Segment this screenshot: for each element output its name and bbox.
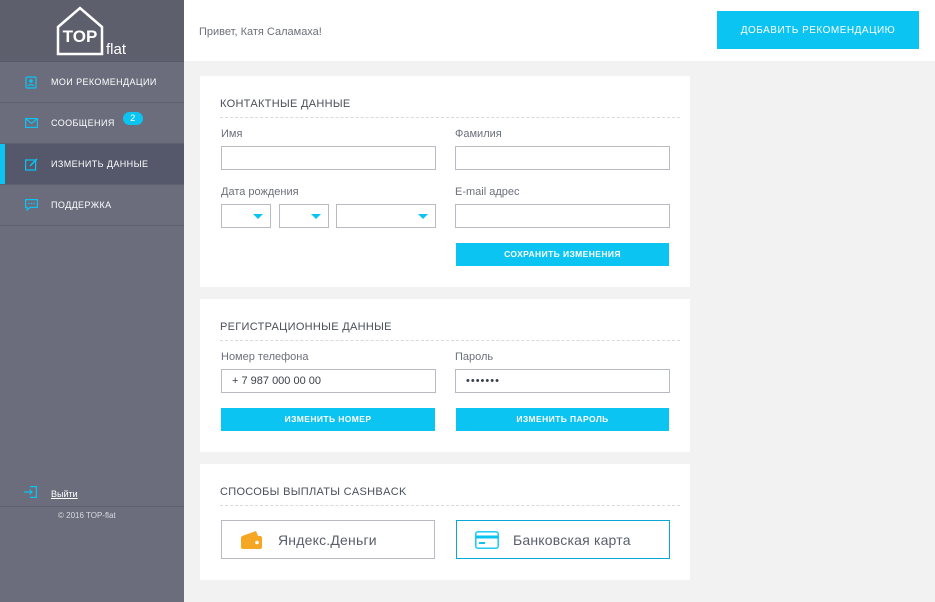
edit-icon — [24, 157, 38, 171]
sidebar-item-label: Мои рекомендации — [51, 77, 157, 87]
last-name-input[interactable] — [455, 146, 670, 170]
contacts-icon — [24, 75, 38, 89]
chevron-down-icon — [311, 214, 321, 219]
first-name-input[interactable] — [221, 146, 436, 170]
greeting-text: Привет, Катя Саламаха! — [199, 26, 322, 38]
divider — [220, 505, 680, 506]
add-recommendation-button[interactable]: Добавить рекомендацию — [717, 11, 919, 49]
sidebar-item-support[interactable]: Поддержка — [0, 185, 184, 226]
phone-label: Номер телефона — [221, 351, 309, 363]
sidebar-nav: Мои рекомендации Сообщения 2 Изменить да… — [0, 61, 184, 226]
sidebar: TOP flat Мои рекомендации Сообщения 2 Из… — [0, 0, 184, 602]
email-input[interactable] — [455, 204, 670, 228]
birth-year-select[interactable] — [336, 204, 436, 228]
sidebar-item-recommendations[interactable]: Мои рекомендации — [0, 62, 184, 103]
section-title: Регистрационные данные — [220, 321, 392, 333]
sidebar-item-messages[interactable]: Сообщения 2 — [0, 103, 184, 144]
sidebar-item-label: Сообщения — [51, 118, 115, 128]
top-bar: Привет, Катя Саламаха! Добавить рекоменд… — [184, 0, 935, 61]
sidebar-item-label: Изменить данные — [51, 159, 149, 169]
password-input[interactable]: ••••••• — [455, 369, 670, 393]
logout-link[interactable]: Выйти — [24, 485, 78, 503]
email-label: E-mail адрес — [455, 186, 520, 198]
contact-data-card: Контактные данные Имя Фамилия Дата рожде… — [200, 76, 690, 287]
chat-icon — [24, 198, 38, 212]
divider — [0, 506, 184, 507]
chevron-down-icon — [253, 214, 263, 219]
unread-count-badge: 2 — [122, 111, 143, 125]
registration-data-card: Регистрационные данные Номер телефона + … — [200, 299, 690, 452]
credit-card-icon — [475, 530, 499, 550]
logout-label: Выйти — [51, 489, 78, 499]
divider — [220, 340, 680, 341]
sidebar-item-edit-profile[interactable]: Изменить данные — [0, 144, 184, 185]
wallet-icon — [240, 530, 264, 550]
logout-icon — [24, 485, 37, 503]
logo-area: TOP flat — [0, 0, 184, 61]
chevron-down-icon — [418, 214, 428, 219]
payment-option-label: Яндекс.Деньги — [278, 531, 377, 548]
svg-text:TOP: TOP — [63, 27, 98, 46]
save-changes-button[interactable]: Сохранить изменения — [456, 243, 669, 266]
change-password-button[interactable]: Изменить пароль — [456, 408, 669, 431]
cashback-methods-card: Способы выплаты CASHBACK Яндекс.Деньги Б… — [200, 464, 690, 580]
password-label: Пароль — [455, 351, 494, 363]
change-phone-button[interactable]: Изменить номер — [221, 408, 435, 431]
birth-month-select[interactable] — [279, 204, 329, 228]
logo[interactable]: TOP flat — [56, 5, 128, 58]
copyright: © 2016 TOP-flat — [58, 511, 116, 520]
payment-option-label: Банковская карта — [513, 531, 631, 548]
payment-option-bank-card[interactable]: Банковская карта — [456, 520, 670, 559]
sidebar-item-label: Поддержка — [51, 200, 112, 210]
payment-option-yandex-money[interactable]: Яндекс.Деньги — [221, 520, 435, 559]
svg-text:flat: flat — [106, 41, 127, 57]
first-name-label: Имя — [221, 128, 243, 140]
divider — [220, 117, 680, 118]
section-title: Контактные данные — [220, 98, 351, 110]
envelope-icon — [24, 116, 38, 130]
phone-input[interactable]: + 7 987 000 00 00 — [221, 369, 436, 393]
last-name-label: Фамилия — [455, 128, 502, 140]
section-title: Способы выплаты CASHBACK — [220, 486, 407, 498]
birth-day-select[interactable] — [221, 204, 271, 228]
birth-date-label: Дата рождения — [221, 186, 299, 198]
